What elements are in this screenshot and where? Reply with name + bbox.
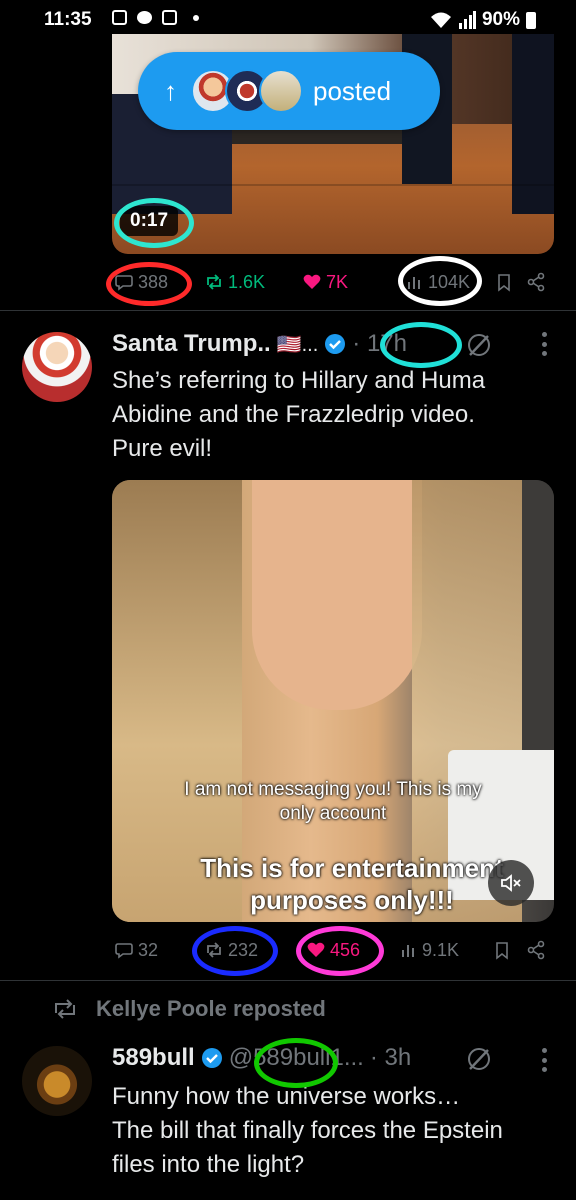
tweet-header: Santa Trump.. 🇺🇸... · 17h bbox=[112, 330, 407, 358]
repost-icon bbox=[207, 942, 221, 958]
post-time[interactable]: · 3h bbox=[370, 1044, 411, 1072]
avatar bbox=[259, 69, 303, 113]
wifi-icon bbox=[430, 12, 451, 28]
repost-button[interactable]: 1.6K bbox=[204, 272, 265, 293]
verified-badge-icon bbox=[325, 334, 346, 354]
new-posts-pill[interactable]: ↑ posted bbox=[138, 52, 440, 130]
views-icon bbox=[402, 945, 414, 957]
tweet-video[interactable]: I am not messaging you! This is my only … bbox=[112, 480, 554, 922]
views-count: 104K bbox=[428, 271, 471, 292]
video-frame-background bbox=[522, 480, 554, 750]
system-icons: 90% bbox=[430, 9, 536, 31]
like-button[interactable]: 456 bbox=[306, 940, 360, 961]
tweet-text-line: Funny how the universe works… bbox=[112, 1083, 461, 1110]
more-options-icon[interactable] bbox=[542, 332, 548, 356]
reply-count: 32 bbox=[138, 939, 159, 960]
tweet-text: Funny how the universe works… The bill t… bbox=[112, 1080, 552, 1182]
reply-icon bbox=[115, 943, 133, 959]
share-icon bbox=[527, 940, 545, 960]
bookmark-button[interactable] bbox=[492, 940, 512, 960]
repost-count: 232 bbox=[228, 939, 259, 960]
tweet-text-line: She’s referring to Hillary and Huma bbox=[112, 367, 486, 394]
notification-icons bbox=[112, 10, 199, 25]
more-options-icon[interactable] bbox=[542, 1048, 548, 1072]
video-caption-line: I am not messaging you! This is my bbox=[184, 779, 482, 800]
views-button[interactable]: 9.1K bbox=[398, 940, 459, 961]
like-count: 7K bbox=[326, 271, 349, 292]
name-emoji: 🇺🇸... bbox=[276, 333, 319, 356]
video-duration: 0:17 bbox=[120, 206, 179, 236]
reply-icon bbox=[115, 275, 133, 291]
views-count: 9.1K bbox=[422, 939, 460, 960]
video-caption-line: only account bbox=[279, 803, 387, 824]
bookmark-icon bbox=[496, 942, 508, 960]
video-frame-face bbox=[252, 480, 422, 710]
posted-avatars bbox=[191, 69, 303, 113]
share-button[interactable] bbox=[526, 272, 546, 292]
share-icon bbox=[527, 272, 545, 292]
clock: 11:35 bbox=[44, 9, 92, 30]
battery-percent: 90% bbox=[481, 9, 520, 30]
bookmark-button[interactable] bbox=[494, 272, 514, 292]
like-count: 456 bbox=[330, 939, 361, 960]
user-handle[interactable]: @589bull1... bbox=[229, 1044, 364, 1072]
bookmark-icon bbox=[498, 274, 510, 292]
speaker-muted-icon bbox=[501, 874, 521, 892]
tweet-text: She’s referring to Hillary and Huma Abid… bbox=[112, 364, 552, 466]
battery-icon bbox=[526, 11, 536, 29]
repost-icon bbox=[55, 999, 75, 1019]
video-caption: I am not messaging you! This is my only … bbox=[112, 778, 554, 826]
video-frame-floor bbox=[112, 184, 554, 186]
tweet-text-line: Pure evil! bbox=[112, 435, 213, 462]
tweet-text-line: Abidine and the Frazzledrip video. bbox=[112, 401, 475, 428]
post-time[interactable]: · 17h bbox=[352, 330, 407, 358]
divider bbox=[0, 980, 576, 981]
verified-badge-icon bbox=[201, 1048, 222, 1068]
share-button[interactable] bbox=[526, 940, 546, 960]
signal-icon bbox=[458, 11, 476, 29]
tweet-actions: 32 232 456 9.1K bbox=[112, 932, 552, 968]
video-frame-guard-right bbox=[512, 34, 554, 214]
reply-button[interactable]: 388 bbox=[114, 272, 168, 293]
divider bbox=[0, 310, 576, 311]
display-name[interactable]: 589bull bbox=[112, 1044, 195, 1072]
tweet-header: 589bull @589bull1... · 3h bbox=[112, 1044, 411, 1072]
repost-button[interactable]: 232 bbox=[204, 940, 258, 961]
views-icon bbox=[408, 277, 420, 289]
repost-context-label: Kellye Poole reposted bbox=[96, 996, 326, 1021]
tweet-text-line: The bill that finally forces the Epstein bbox=[112, 1117, 503, 1144]
display-name[interactable]: Santa Trump.. bbox=[112, 330, 271, 358]
repost-context[interactable]: Kellye Poole reposted bbox=[52, 996, 326, 1022]
tweet-text-line: files into the light? bbox=[112, 1151, 305, 1178]
arrow-up-icon: ↑ bbox=[164, 75, 177, 106]
like-button[interactable]: 7K bbox=[302, 272, 348, 293]
heart-icon bbox=[307, 942, 325, 957]
more-notifications-icon bbox=[193, 14, 199, 21]
app-notification-icon bbox=[162, 10, 177, 25]
reply-count: 388 bbox=[138, 271, 169, 292]
repost-count: 1.6K bbox=[228, 271, 266, 292]
mute-button[interactable] bbox=[488, 860, 534, 906]
top-post-actions: 388 1.6K 7K 104K bbox=[112, 264, 552, 300]
repost-icon bbox=[207, 274, 221, 290]
avatar[interactable] bbox=[22, 1046, 92, 1116]
views-button[interactable]: 104K bbox=[404, 272, 470, 293]
avatar[interactable] bbox=[22, 332, 92, 402]
heart-icon bbox=[303, 274, 321, 289]
reply-button[interactable]: 32 bbox=[114, 940, 158, 961]
messages-icon bbox=[137, 11, 152, 24]
grok-icon[interactable] bbox=[466, 1046, 492, 1072]
grok-icon[interactable] bbox=[466, 332, 492, 358]
gallery-icon bbox=[112, 10, 127, 25]
posted-label: posted bbox=[313, 75, 392, 106]
